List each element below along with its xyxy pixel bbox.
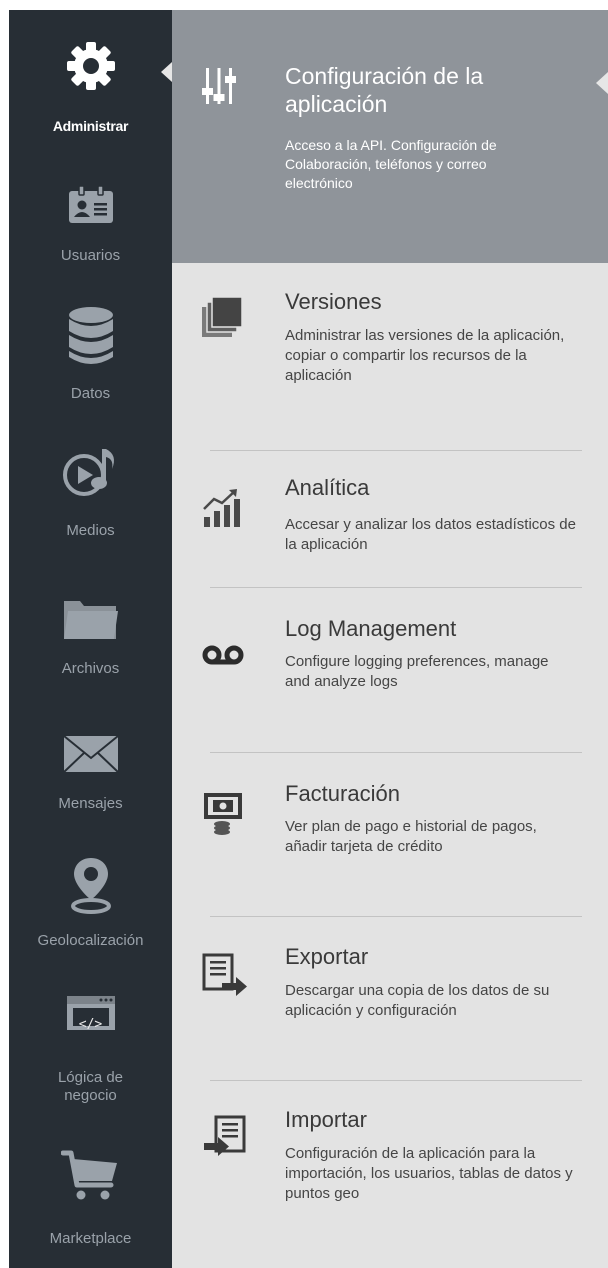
sidebar: Administrar Usuarios Datos Medios Archiv…: [9, 10, 172, 1268]
id-card-icon: [67, 185, 115, 230]
menu-item-importar[interactable]: Importar Configuración de la aplicación …: [172, 1081, 608, 1268]
menu-item-desc: Configuración de la aplicación para la i…: [285, 1145, 573, 1202]
sidebar-item-label: Administrar: [52, 118, 129, 134]
sidebar-item-mensajes[interactable]: Mensajes: [9, 690, 172, 830]
menu-item-facturacion[interactable]: Facturación Ver plan de pago e historial…: [172, 753, 608, 916]
sidebar-item-label: Datos: [70, 385, 111, 402]
menu-item-title: Facturación: [285, 781, 400, 806]
map-pin-icon: [68, 856, 114, 919]
menu-item-title: Log Management: [285, 616, 457, 641]
menu-item-analitica[interactable]: Analítica Accesar y analizar los datos e…: [172, 451, 608, 587]
cart-icon: [60, 1149, 121, 1208]
voicemail-icon: [202, 644, 244, 671]
sidebar-item-label: Geolocalización: [37, 932, 144, 949]
sidebar-item-label: Medios: [66, 522, 115, 539]
menu-item-desc: Acceso a la API. Configuración de Colabo…: [285, 137, 497, 191]
menu-item-log-management[interactable]: Log Management Configure logging prefere…: [172, 588, 608, 752]
sidebar-item-label: Lógica de negocio: [57, 1069, 124, 1104]
code-symbol: </>: [78, 1017, 103, 1032]
layers-icon: [202, 296, 244, 344]
sidebar-item-label: Archivos: [61, 660, 120, 677]
export-icon: [202, 953, 248, 1004]
menu-item-desc: Ver plan de pago e historial de pagos, a…: [285, 818, 537, 855]
sidebar-item-medios[interactable]: Medios: [9, 415, 172, 555]
folder-icon: [62, 595, 120, 646]
billing-icon: [202, 791, 244, 840]
sidebar-item-marketplace[interactable]: Marketplace: [9, 1135, 172, 1268]
sidebar-item-datos[interactable]: Datos: [9, 280, 172, 415]
menu-item-configuracion[interactable]: Configuración de la aplicación Acceso a …: [172, 10, 608, 263]
sliders-icon: [202, 68, 236, 109]
menu-item-desc: Configure logging preferences, manage an…: [285, 653, 549, 690]
sidebar-item-logica-de-negocio[interactable]: </> Lógica de negocio: [9, 965, 172, 1135]
menu-item-exportar[interactable]: Exportar Descargar una copia de los dato…: [172, 917, 608, 1080]
menu-item-versiones[interactable]: Versiones Administrar las versiones de l…: [172, 263, 608, 450]
sidebar-item-usuarios[interactable]: Usuarios: [9, 140, 172, 280]
menu-item-title: Importar: [285, 1107, 367, 1132]
menu-item-desc: Descargar una copia de los datos de su a…: [285, 982, 550, 1019]
menu-item-title: Versiones: [285, 289, 382, 314]
sidebar-item-archivos[interactable]: Archivos: [9, 555, 172, 690]
admin-menu-panel: Configuración de la aplicación Acceso a …: [172, 10, 608, 1268]
menu-item-title: Exportar: [285, 944, 369, 969]
import-icon: [202, 1115, 248, 1166]
media-play-icon: [62, 445, 120, 506]
sidebar-item-administrar[interactable]: Administrar: [9, 10, 172, 140]
chart-growth-icon: [202, 487, 242, 534]
menu-item-desc: Accesar y analizar los datos estadístico…: [285, 516, 576, 553]
active-indicator: [596, 72, 608, 94]
active-indicator: [161, 62, 172, 82]
menu-item-title: Analítica: [285, 475, 370, 500]
sidebar-item-label: Usuarios: [60, 247, 121, 264]
sidebar-item-label: Mensajes: [58, 795, 123, 812]
menu-item-title: Configuración de la aplicación: [285, 63, 484, 117]
sidebar-item-geolocalizacion[interactable]: Geolocalización: [9, 830, 172, 965]
database-icon: [66, 305, 116, 372]
envelope-icon: [62, 734, 120, 779]
gear-icon: [65, 40, 117, 97]
menu-item-desc: Administrar las versiones de la aplicaci…: [285, 327, 565, 384]
sidebar-item-label: Marketplace: [49, 1230, 132, 1247]
